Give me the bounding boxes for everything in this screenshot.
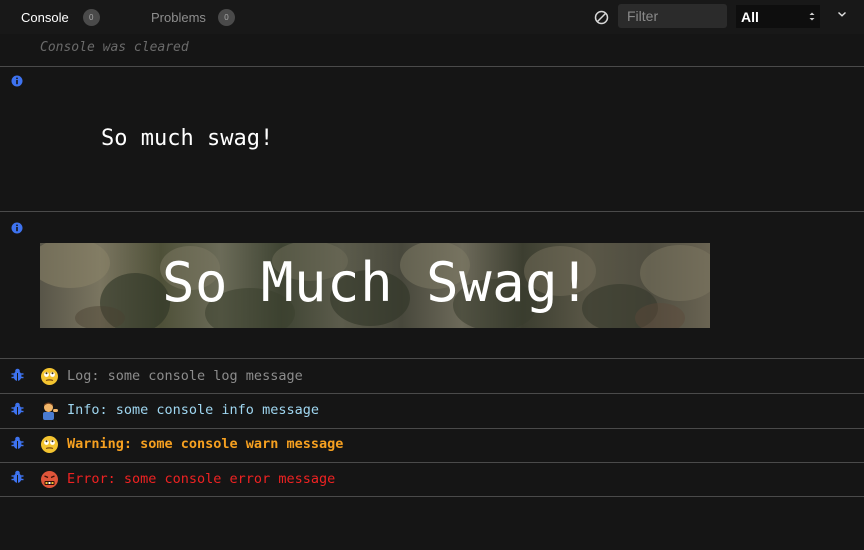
divider xyxy=(0,66,864,67)
divider xyxy=(0,462,864,463)
tab-console-count-badge: 0 xyxy=(82,8,100,26)
console-warn-message: Warning: some console warn message xyxy=(67,436,344,452)
console-cleared-message: Console was cleared xyxy=(40,40,189,55)
divider xyxy=(0,496,864,497)
tab-console[interactable]: Console 0 xyxy=(21,0,100,34)
log-level-select-value: All xyxy=(741,8,759,25)
console-entry-text: So much swag! xyxy=(101,126,274,151)
styled-console-banner: So Much Swag! xyxy=(40,243,710,328)
person-tipping-hand-emoji xyxy=(43,402,58,420)
bug-icon xyxy=(11,368,24,381)
chevron-down-icon[interactable] xyxy=(836,8,848,20)
face-with-rolling-eyes-emoji xyxy=(41,436,58,453)
face-with-symbols-on-mouth-emoji xyxy=(41,471,58,488)
console-toolbar: Console 0 Problems 0 All xyxy=(0,0,864,34)
bug-icon xyxy=(11,470,24,483)
select-arrows-icon xyxy=(809,12,815,21)
info-icon xyxy=(11,222,23,234)
tab-problems-count-badge: 0 xyxy=(217,8,235,26)
console-info-message: Info: some console info message xyxy=(67,402,319,418)
tab-console-label: Console xyxy=(21,9,69,25)
face-with-rolling-eyes-emoji xyxy=(41,368,58,385)
info-icon xyxy=(11,75,23,87)
console-log-message: Log: some console log message xyxy=(67,368,303,384)
clear-console-icon[interactable] xyxy=(594,10,609,25)
filter-input[interactable] xyxy=(618,4,727,28)
divider xyxy=(0,211,864,212)
divider xyxy=(0,428,864,429)
console-error-message: Error: some console error message xyxy=(67,471,336,487)
tab-problems-label: Problems xyxy=(151,9,206,25)
divider xyxy=(0,358,864,359)
banner-text: So Much Swag! xyxy=(162,251,592,314)
bug-icon xyxy=(11,436,24,449)
log-level-select[interactable]: All xyxy=(736,5,820,28)
divider xyxy=(0,393,864,394)
tab-problems[interactable]: Problems 0 xyxy=(151,0,235,34)
bug-icon xyxy=(11,402,24,415)
